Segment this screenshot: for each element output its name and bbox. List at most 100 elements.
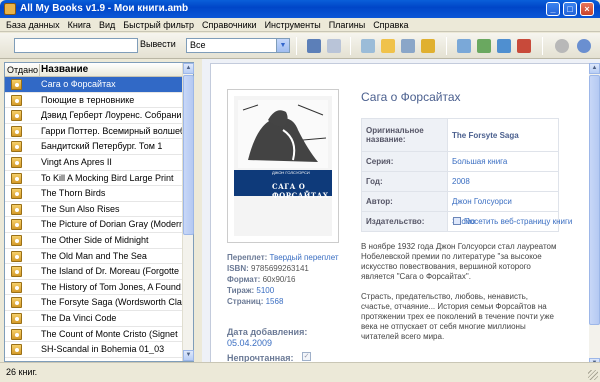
view-covers-button[interactable] (324, 36, 344, 56)
open-database-button[interactable] (378, 36, 398, 56)
help-button[interactable] (574, 36, 594, 56)
description-paragraph-1: В ноябре 1932 года Джон Голсуорси стал л… (361, 242, 557, 281)
list-item-title: Дэвид Герберт Лоуренс. Собрани (41, 110, 182, 121)
binding-link[interactable]: Твердый переплет (270, 253, 339, 262)
list-item-title: The Thorn Birds (41, 188, 106, 199)
edit-book-button[interactable] (474, 36, 494, 56)
delete-book-icon (517, 39, 531, 53)
book-title: Сага о Форсайтах (361, 90, 461, 104)
visit-website-link[interactable]: Посетить веб-страницу книги (453, 217, 572, 226)
book-list[interactable]: Отдано Название Сага о Форсайтах Поющие в… (4, 62, 194, 362)
view-details-icon (307, 39, 321, 53)
unread-checkbox[interactable]: ✓ (302, 352, 311, 361)
chevron-down-icon[interactable]: ▼ (276, 39, 289, 52)
menu-item[interactable]: Вид (95, 18, 119, 31)
info-value[interactable]: Джон Голсуорси (447, 191, 559, 212)
list-item[interactable]: The History of Tom Jones, A Found (5, 280, 183, 296)
list-item[interactable]: Поющие в терновнике (5, 93, 183, 109)
list-item[interactable]: SH-Scandal in Bohemia 01_03 (5, 342, 183, 358)
search-button[interactable]: Вывести (140, 39, 176, 49)
list-item[interactable]: The Da Vinci Code (5, 311, 183, 327)
menu-bar: База данных Книга Вид Быстрый фильтр Справоч… (0, 18, 600, 32)
book-icon (11, 297, 22, 309)
book-icon (11, 141, 22, 153)
info-value[interactable]: 2008 (447, 171, 559, 192)
list-item[interactable]: Сага о Форсайтах (5, 77, 183, 93)
list-item[interactable]: Vingt Ans Apres II (5, 155, 183, 171)
close-button[interactable]: × (580, 2, 594, 16)
list-item[interactable]: The Island of Dr. Moreau (Forgotte (5, 264, 183, 280)
settings-button[interactable] (552, 36, 572, 56)
view-details-button[interactable] (304, 36, 324, 56)
list-item[interactable]: The Forsyte Saga (Wordsworth Cla (5, 295, 183, 311)
menu-item[interactable]: Быстрый фильтр (119, 18, 198, 31)
book-cover[interactable]: ДЖОН ГОЛСУОРСИ САГА О ФОРСАЙТАХ (227, 89, 339, 243)
new-database-button[interactable] (358, 36, 378, 56)
info-row: Автор: Джон Голсуорси (361, 191, 559, 212)
book-icon (11, 156, 22, 168)
key-button[interactable] (418, 36, 438, 56)
list-item[interactable]: The Count of Monte Cristo (Signet (5, 327, 183, 343)
detail-scrollbar[interactable]: ▲ ▼ (589, 63, 600, 369)
scroll-up-icon[interactable]: ▲ (589, 63, 600, 74)
scroll-thumb[interactable] (589, 75, 600, 325)
list-item[interactable]: The Other Side of Midnight (5, 233, 183, 249)
list-item-title: The Island of Dr. Moreau (Forgotte (41, 266, 180, 277)
save-button[interactable] (398, 36, 418, 56)
info-label: Автор: (361, 191, 448, 212)
date-added-value: 05.04.2009 (227, 338, 273, 348)
column-lent-header[interactable]: Отдано (7, 65, 38, 75)
minimize-button[interactable]: _ (546, 2, 560, 16)
menu-item[interactable]: Книга (64, 18, 95, 31)
search-input[interactable] (14, 38, 138, 53)
menu-item[interactable]: Инструменты (261, 18, 325, 31)
menu-item[interactable]: Справочники (198, 18, 261, 31)
list-item[interactable]: To Kill A Mocking Bird Large Print (5, 171, 183, 187)
book-icon (11, 203, 22, 215)
book-detail-pane: ДЖОН ГОЛСУОРСИ САГА О ФОРСАЙТАХ Переплет… (202, 59, 600, 371)
list-item[interactable]: The Old Man and The Sea (5, 249, 183, 265)
info-label: Серия: (361, 151, 448, 172)
list-item-title: Сага о Форсайтах (41, 79, 116, 89)
menu-item[interactable]: База данных (0, 18, 64, 31)
format-field: Формат: 60x90/16 (227, 275, 296, 284)
column-divider[interactable] (39, 64, 40, 76)
column-name-header[interactable]: Название (41, 64, 88, 75)
info-label: Оригинальное название: (361, 118, 448, 152)
title-bar[interactable]: All My Books v1.9 - Мои книги.amb _ □ × (0, 0, 600, 18)
book-icon (11, 79, 22, 90)
toolbar: Вывести Все ▼ (0, 33, 600, 59)
list-item[interactable]: Бандитский Петербург. Том 1 (5, 139, 183, 155)
list-item[interactable]: Гарри Поттер. Всемирный волшеб (5, 124, 183, 140)
info-row: Серия: Большая книга (361, 151, 559, 172)
list-item[interactable]: The Sun Also Rises (5, 202, 183, 218)
copy-book-icon (497, 39, 511, 53)
menu-item[interactable]: Справка (369, 18, 412, 31)
menu-item[interactable]: Плагины (325, 18, 369, 31)
quick-filter-select[interactable]: Все ▼ (186, 38, 290, 53)
toolbar-separator (296, 37, 297, 55)
scroll-down-icon[interactable]: ▼ (183, 350, 194, 361)
cover-illustration (238, 100, 328, 168)
list-item-title: Поющие в терновнике (41, 94, 135, 105)
scroll-up-icon[interactable]: ▲ (183, 63, 194, 74)
maximize-button[interactable]: □ (563, 2, 577, 16)
view-covers-icon (327, 39, 341, 53)
cover-title: САГА О ФОРСАЙТАХ (272, 182, 329, 200)
book-icon (11, 328, 22, 340)
list-scrollbar[interactable]: ▲ ▼ (182, 63, 194, 361)
book-icon (11, 110, 22, 122)
list-item[interactable]: The Thorn Birds (5, 186, 183, 202)
book-count: 26 книг. (6, 367, 38, 377)
add-book-button[interactable] (454, 36, 474, 56)
delete-book-button[interactable] (514, 36, 534, 56)
list-item[interactable]: Дэвид Герберт Лоуренс. Собрани (5, 108, 183, 124)
book-detail-card: ДЖОН ГОЛСУОРСИ САГА О ФОРСАЙТАХ Переплет… (210, 63, 590, 369)
copy-book-button[interactable] (494, 36, 514, 56)
resize-grip-icon[interactable] (588, 370, 598, 380)
list-item[interactable]: The Picture of Dorian Gray (Modern (5, 217, 183, 233)
info-value[interactable]: Большая книга (447, 151, 559, 172)
list-rows: Сага о Форсайтах Поющие в терновнике Дэвид… (5, 77, 183, 358)
cover-art: ДЖОН ГОЛСУОРСИ САГА О ФОРСАЙТАХ (234, 96, 332, 236)
scroll-thumb[interactable] (183, 75, 194, 235)
